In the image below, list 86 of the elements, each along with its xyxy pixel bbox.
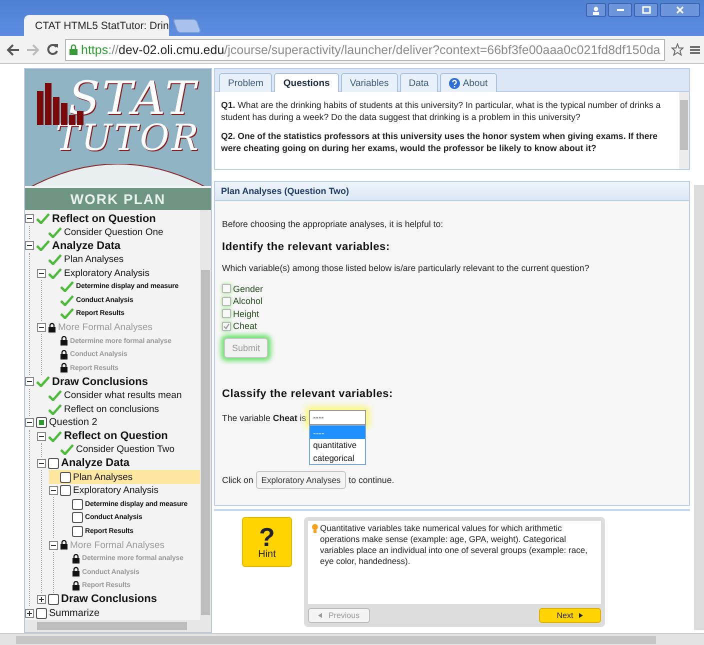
question-text: Q1. What are the drinking habits of students at this university? In particular, what is the typical number of drinks a student has during a week? Do the data suggest that drinking is a problem in this university?	[221, 100, 662, 123]
collapse-icon[interactable]	[25, 241, 34, 250]
collapse-icon[interactable]	[25, 377, 34, 386]
left-triangle-icon	[318, 613, 322, 618]
work-plan-banner: WORK PLAN	[25, 186, 211, 210]
collapse-icon[interactable]	[37, 323, 46, 332]
tree-item[interactable]: Analyze Data	[61, 457, 130, 470]
scrollbar[interactable]	[679, 92, 689, 170]
instruction-text: Click on	[222, 474, 254, 485]
instruction-text: to continue.	[348, 474, 394, 485]
tab[interactable]: Data	[400, 73, 438, 92]
lightbulb-icon	[312, 524, 318, 533]
browser-tab[interactable]: CTAT HTML5 StatTutor: Drin	[24, 15, 169, 36]
classify-sentence: The variable Cheat is	[222, 412, 306, 424]
question-prompt: Which variable(s) among those listed below is/are particularly relevant to the current question?	[222, 263, 590, 274]
checkbox[interactable]	[222, 309, 231, 318]
tree-item[interactable]: Question 2	[49, 417, 98, 428]
checkbox-label: Height	[233, 308, 260, 319]
tree-item[interactable]: Draw Conclusions	[52, 376, 148, 388]
next-button[interactable]: Next	[539, 608, 601, 623]
reload-icon[interactable]	[46, 43, 59, 56]
selected-row-highlight[interactable]: Plan Analyses	[49, 470, 200, 484]
question-text: Q2. One of the statistics professors at this university uses the honor system when giving exams. If there were cheating going on during her exams, would the professor be likely to know about it?	[221, 131, 659, 154]
scrollbar[interactable]	[200, 210, 211, 620]
hint-message: Quantitative variables take numerical values for which arithmetic operations make sense (example: age, GPA, weight). Categorical variables place an individual into one of several groups (example: race, eye color, handedness).	[320, 523, 588, 567]
lock-icon	[69, 44, 78, 55]
collapse-icon[interactable]	[37, 458, 46, 468]
back-icon[interactable]	[6, 44, 20, 56]
collapse-icon[interactable]	[25, 418, 34, 428]
checkbox[interactable]	[222, 284, 231, 294]
tab[interactable]: Problem	[219, 73, 272, 92]
checkbox[interactable]	[222, 296, 231, 306]
menu-icon[interactable]	[690, 44, 700, 54]
tree-item[interactable]: Analyze Data	[52, 240, 120, 252]
collapse-icon[interactable]	[25, 214, 34, 224]
user-icon	[592, 6, 600, 14]
close-button[interactable]	[660, 3, 700, 17]
panel-title: Plan Analyses (Question Two)	[215, 182, 689, 202]
minimize-button[interactable]	[608, 3, 632, 17]
expand-icon[interactable]	[25, 608, 34, 618]
exploratory-analyses-button[interactable]: Exploratory Analyses	[256, 470, 346, 489]
tree-item[interactable]: Consider what results mean	[64, 390, 182, 402]
close-icon	[676, 6, 684, 14]
checkbox-label: Gender	[233, 284, 264, 294]
horizontal-scrollbar[interactable]	[25, 620, 211, 632]
expand-icon[interactable]	[37, 594, 46, 604]
collapse-icon[interactable]	[37, 432, 46, 441]
tree-item[interactable]: Plan Analyses	[73, 472, 133, 483]
tree-item[interactable]: Reflect on Question	[52, 212, 156, 225]
logo-text: TUTOR	[56, 121, 200, 157]
right-triangle-icon	[579, 613, 584, 618]
tree-item[interactable]: Reflect on Question	[64, 430, 168, 442]
address-bar[interactable]: https://dev-02.oli.cmu.edu/jcourse/superactivity/launcher/deliver?context=66bf3fe00aaa0c021fd8df150da	[65, 38, 665, 60]
tree-item[interactable]: Summarize	[49, 608, 100, 619]
tab[interactable]: Variables	[340, 73, 398, 92]
checkbox-label: Alcohol	[233, 296, 263, 306]
tree-item[interactable]: Reflect on conclusions	[64, 404, 160, 415]
tree-item[interactable]: Consider Question Two	[76, 444, 175, 456]
tree-item[interactable]: Exploratory Analysis	[64, 268, 150, 279]
tree-item[interactable]: Draw Conclusions	[61, 593, 157, 606]
variable-type-dropdown[interactable]: ----	[309, 410, 366, 426]
tree-item[interactable]: Exploratory Analysis	[73, 485, 159, 496]
horizontal-scrollbar[interactable]	[0, 633, 704, 645]
help-icon	[448, 78, 460, 88]
url-text: https://dev-02.oli.cmu.edu/jcourse/superactivity/launcher/deliver?context=66bf3fe00aaa0c021fd8df150da	[81, 42, 660, 56]
tab[interactable]: Questions	[274, 73, 339, 92]
section-heading: Identify the relevant variables:	[222, 241, 391, 254]
tree-item[interactable]: Consider Question One	[64, 226, 164, 238]
hint-button[interactable]: ? Hint	[242, 517, 292, 567]
star-icon[interactable]	[671, 43, 684, 56]
tree-item[interactable]: Plan Analyses	[64, 254, 124, 266]
scrollbar[interactable]	[694, 185, 704, 630]
intro-text: Before choosing the appropriate analyses, it is helpful to:	[222, 219, 444, 230]
checkbox-label: Cheat	[233, 321, 258, 332]
collapse-icon[interactable]	[49, 486, 58, 496]
tab[interactable]: About	[440, 73, 497, 92]
collapse-icon[interactable]	[37, 268, 46, 278]
logo-text: STAT	[68, 75, 198, 121]
section-heading: Classify the relevant variables:	[222, 388, 394, 400]
maximize-icon	[642, 6, 650, 14]
maximize-button[interactable]	[634, 3, 658, 17]
user-button[interactable]	[586, 3, 606, 17]
tab-title: CTAT HTML5 StatTutor: Drin	[35, 20, 169, 32]
minimize-icon	[616, 9, 624, 11]
checkbox[interactable]	[222, 322, 231, 331]
collapse-icon[interactable]	[49, 540, 58, 550]
